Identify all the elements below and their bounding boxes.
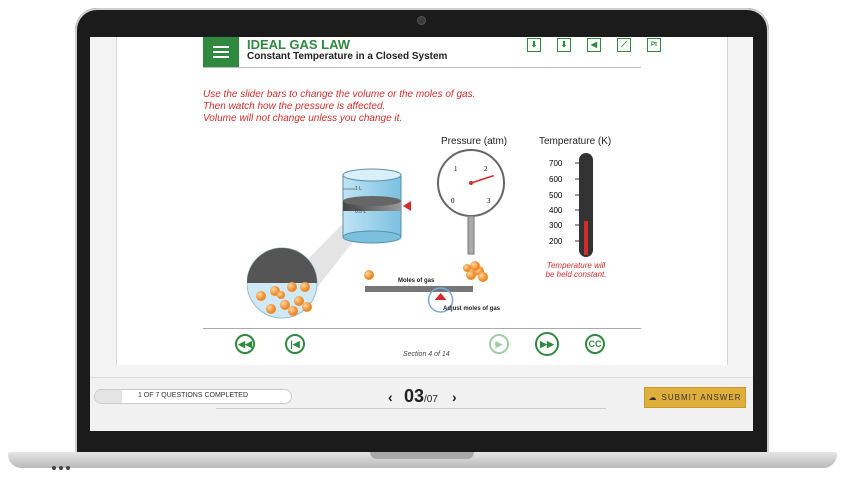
gauge-tick: 0 xyxy=(451,197,455,205)
question-footer: 1 OF 7 QUESTIONS COMPLETED ‹ 03/07 › ☁ SU… xyxy=(90,377,753,431)
temp-tick: 400 xyxy=(549,206,563,215)
temp-tick: 700 xyxy=(549,159,563,168)
temp-tick: 500 xyxy=(549,191,563,200)
moles-label: Moles of gas xyxy=(398,278,435,284)
instruction-line: Use the slider bars to change the volume… xyxy=(203,89,476,100)
pressure-gauge: 0 1 2 3 xyxy=(437,149,505,255)
submit-label: SUBMIT ANSWER xyxy=(661,393,742,402)
question-total: /07 xyxy=(424,394,438,405)
question-current: 03 xyxy=(404,386,425,406)
upload-cloud-icon: ☁ xyxy=(648,393,658,402)
graph-icon[interactable]: ⟋ xyxy=(617,38,631,52)
instruction-line: Then watch how the pressure is affected. xyxy=(203,101,386,112)
temperature-label: Temperature (K) xyxy=(539,136,612,147)
section-indicator: Section 4 of 14 xyxy=(403,351,450,358)
moles-slider-arrow[interactable] xyxy=(434,293,447,300)
play-icon: ▶ xyxy=(495,338,503,349)
rewind-button[interactable]: ◀◀ xyxy=(235,334,255,354)
periodic-label: Pt xyxy=(651,42,657,48)
fast-forward-icon: ▶▶ xyxy=(540,338,554,349)
play-button[interactable]: ▶ xyxy=(489,334,509,354)
screen: IDEAL GAS LAW Constant Temperature in a … xyxy=(90,37,753,431)
fast-forward-button[interactable]: ▶▶ xyxy=(535,332,559,356)
gauge-tick: 2 xyxy=(484,165,488,173)
laptop-frame: IDEAL GAS LAW Constant Temperature in a … xyxy=(0,0,845,485)
thermometer: 700 600 500 400 300 200 xyxy=(549,153,593,257)
next-question-arrow[interactable]: › xyxy=(452,389,457,405)
volume-slider-handle[interactable] xyxy=(403,201,411,211)
temp-tick: 600 xyxy=(549,175,563,184)
prev-question-arrow[interactable]: ‹ xyxy=(388,389,393,405)
camera xyxy=(417,16,426,25)
rewind-icon: ◀◀ xyxy=(238,338,252,349)
cc-button[interactable]: CC xyxy=(585,334,605,354)
instructions: Use the slider bars to change the volume… xyxy=(203,89,475,125)
footer-line xyxy=(216,408,606,409)
skip-back-icon: |◀ xyxy=(290,338,300,349)
submit-answer-button[interactable]: ☁ SUBMIT ANSWER xyxy=(644,387,746,408)
gauge-tick: 3 xyxy=(487,197,491,205)
laptop-notch xyxy=(370,452,474,459)
temp-tick: 200 xyxy=(549,237,563,246)
instruction-line: Volume will not change unless you change… xyxy=(203,113,403,124)
menu-button[interactable] xyxy=(203,37,239,67)
download-icon[interactable]: ⬇ xyxy=(557,38,571,52)
progress-bar: 1 OF 7 QUESTIONS COMPLETED xyxy=(94,389,292,404)
nav-divider xyxy=(203,328,641,329)
audio-icon[interactable]: ◀ xyxy=(587,38,601,52)
cylinder-mark-2: 0.5 L xyxy=(355,209,366,215)
sim-subtitle: Constant Temperature in a Closed System xyxy=(247,51,448,62)
temp-tick: 300 xyxy=(549,221,563,230)
pressure-label: Pressure (atm) xyxy=(441,136,508,147)
back-button[interactable]: |◀ xyxy=(285,334,305,354)
gauge-tick: 1 xyxy=(454,165,458,173)
indicator-lights xyxy=(52,457,82,470)
simulation-panel: IDEAL GAS LAW Constant Temperature in a … xyxy=(116,37,728,365)
question-counter: 03/07 xyxy=(404,386,438,407)
adjust-moles-label: Adjust moles of gas xyxy=(443,306,501,312)
cc-label: CC xyxy=(588,339,602,349)
sim-title: IDEAL GAS LAW xyxy=(247,37,351,52)
cylinder-mark-1: 1 L xyxy=(355,186,362,192)
progress-text: 1 OF 7 QUESTIONS COMPLETED xyxy=(137,392,249,399)
download-icon[interactable]: ⬇ xyxy=(527,38,541,52)
periodic-table-icon[interactable]: Pt xyxy=(647,38,661,52)
